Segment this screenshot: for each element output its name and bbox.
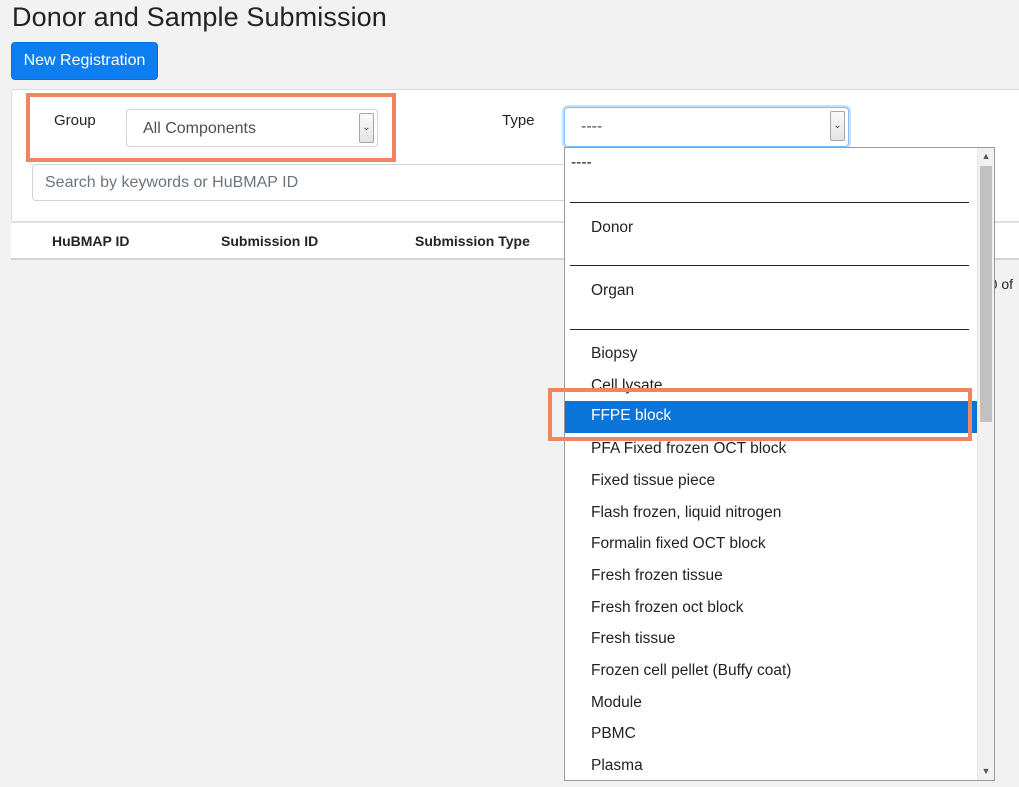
dropdown-separator: [570, 202, 969, 203]
scrollbar-thumb[interactable]: [980, 166, 992, 422]
dropdown-option-module[interactable]: Module: [591, 694, 642, 712]
dropdown-option-biopsy[interactable]: Biopsy: [591, 345, 638, 363]
scroll-up-arrow-icon[interactable]: ▲: [978, 148, 994, 165]
dropdown-option-fresh-frozen-oct-block[interactable]: Fresh frozen oct block: [591, 599, 743, 617]
dropdown-option-none[interactable]: ----: [571, 154, 592, 172]
search-input[interactable]: Search by keywords or HuBMAP ID: [32, 164, 572, 201]
dropdown-option-formalin-fixed-oct-block[interactable]: Formalin fixed OCT block: [591, 535, 766, 553]
dropdown-option-flash-frozen[interactable]: Flash frozen, liquid nitrogen: [591, 504, 781, 522]
dropdown-option-frozen-cell-pellet[interactable]: Frozen cell pellet (Buffy coat): [591, 662, 791, 680]
dropdown-option-label: FFPE block: [591, 407, 672, 424]
dropdown-option-organ[interactable]: Organ: [591, 282, 634, 300]
search-placeholder: Search by keywords or HuBMAP ID: [45, 174, 299, 191]
column-header-hubmap-id[interactable]: HuBMAP ID: [52, 233, 130, 249]
page-title: Donor and Sample Submission: [12, 2, 387, 32]
chevron-down-icon: ⌄: [359, 113, 374, 143]
dropdown-option-donor[interactable]: Donor: [591, 219, 633, 237]
new-registration-button[interactable]: New Registration: [11, 42, 158, 80]
group-select-value: All Components: [143, 120, 256, 137]
scroll-down-arrow-icon[interactable]: ▼: [978, 763, 994, 780]
dropdown-scrollbar[interactable]: ▲ ▼: [977, 148, 994, 780]
dropdown-option-pbmc[interactable]: PBMC: [591, 725, 636, 743]
column-header-submission-type[interactable]: Submission Type: [415, 233, 530, 249]
dropdown-option-fresh-frozen-tissue[interactable]: Fresh frozen tissue: [591, 567, 723, 585]
dropdown-option-plasma[interactable]: Plasma: [591, 757, 643, 775]
group-select[interactable]: All Components ⌄: [126, 109, 378, 147]
dropdown-separator: [570, 329, 969, 330]
type-label: Type: [502, 112, 535, 129]
dropdown-option-pfa-fixed-frozen-oct-block[interactable]: PFA Fixed frozen OCT block: [591, 440, 786, 458]
group-label: Group: [54, 112, 96, 129]
dropdown-option-fixed-tissue-piece[interactable]: Fixed tissue piece: [591, 472, 715, 490]
type-dropdown-list[interactable]: ---- Donor Organ Biopsy Cell lysate FFPE…: [564, 147, 995, 781]
dropdown-option-ffpe-block[interactable]: FFPE block: [565, 401, 977, 433]
chevron-down-icon: ⌄: [830, 111, 845, 141]
type-select-value: ----: [581, 118, 603, 135]
dropdown-separator: [570, 265, 969, 266]
dropdown-option-fresh-tissue[interactable]: Fresh tissue: [591, 630, 675, 648]
type-select[interactable]: ---- ⌄: [564, 107, 849, 147]
column-header-submission-id[interactable]: Submission ID: [221, 233, 318, 249]
dropdown-option-cell-lysate[interactable]: Cell lysate: [591, 377, 663, 395]
